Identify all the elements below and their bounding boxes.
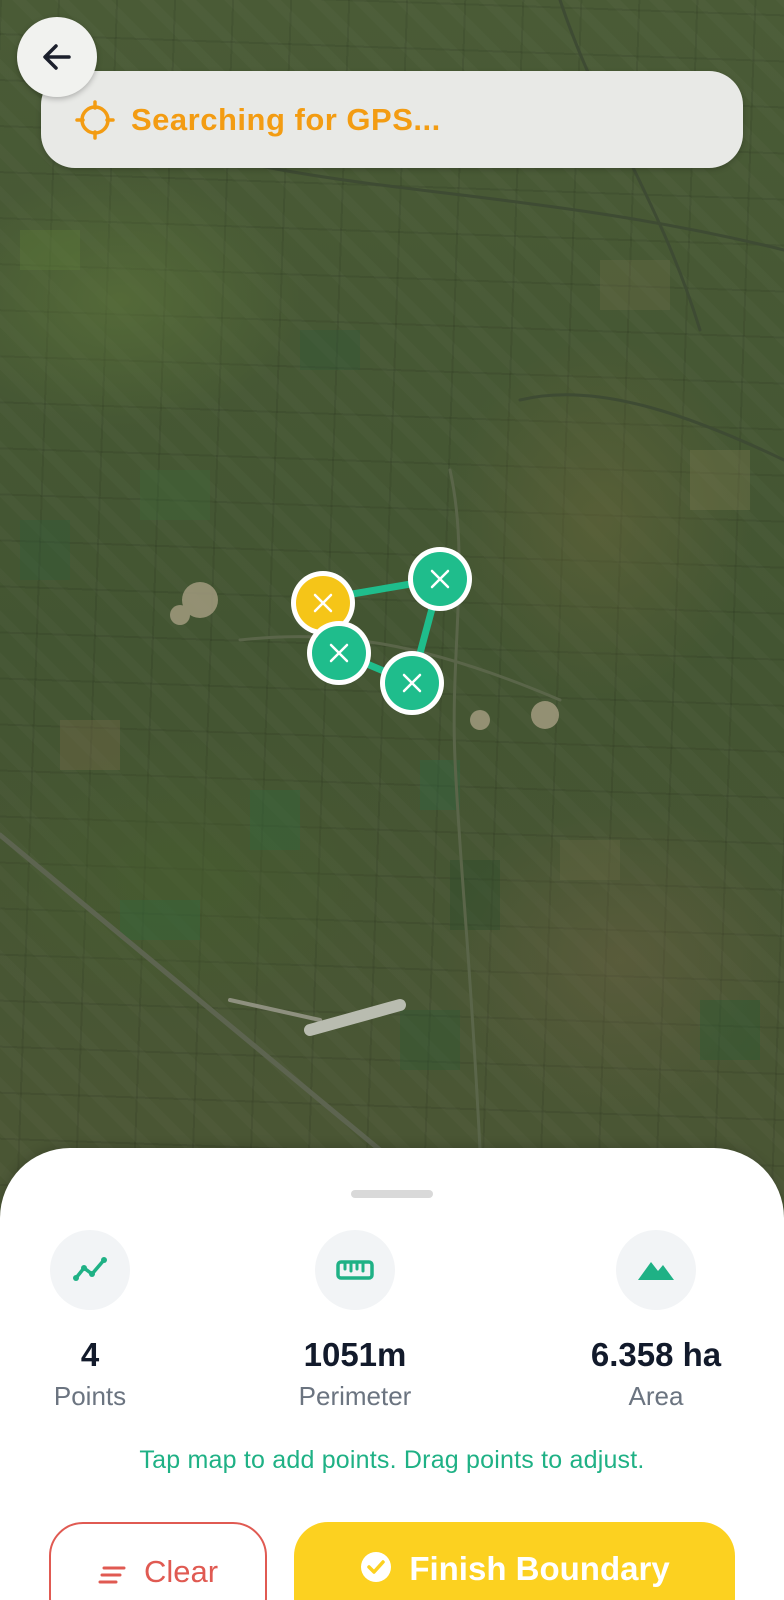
boundary-map-screen: Searching for GPS... 4 Points 1051m Peri… <box>0 0 784 1600</box>
instruction-hint: Tap map to add points. Drag points to ad… <box>139 1446 645 1474</box>
gps-status-bar: Searching for GPS... <box>41 71 743 168</box>
boundary-bottom-sheet: 4 Points 1051m Perimeter 6.358 ha Area T… <box>0 1148 784 1600</box>
trend-line-icon <box>50 1230 130 1310</box>
back-button[interactable] <box>17 17 97 97</box>
stat-points: 4 Points <box>0 1230 210 1413</box>
boundary-point-4[interactable] <box>307 621 371 685</box>
drag-handle[interactable] <box>351 1190 433 1198</box>
perimeter-label: Perimeter <box>298 1381 412 1411</box>
clear-label: Clear <box>143 1554 219 1589</box>
points-value: 4 <box>80 1336 100 1373</box>
area-value: 6.358 ha <box>590 1336 722 1373</box>
arrow-left-icon <box>43 44 71 70</box>
mountain-icon <box>616 1230 696 1310</box>
gps-status-text: Searching for GPS... <box>131 101 441 137</box>
clear-button[interactable]: Clear <box>49 1522 267 1600</box>
finish-boundary-button[interactable]: Finish Boundary <box>294 1522 735 1600</box>
clear-list-icon <box>98 1560 128 1596</box>
perimeter-value: 1051m <box>303 1336 407 1373</box>
finish-label: Finish Boundary <box>409 1550 670 1587</box>
stat-perimeter: 1051m Perimeter <box>235 1230 475 1413</box>
crosshair-icon <box>75 99 115 140</box>
boundary-point-3[interactable] <box>380 651 444 715</box>
map-roads <box>0 0 784 1153</box>
stat-area: 6.358 ha Area <box>536 1230 776 1413</box>
area-label: Area <box>628 1381 684 1411</box>
boundary-point-2[interactable] <box>408 547 472 611</box>
ruler-icon <box>315 1230 395 1310</box>
points-label: Points <box>53 1381 127 1411</box>
check-circle-icon <box>359 1550 393 1592</box>
